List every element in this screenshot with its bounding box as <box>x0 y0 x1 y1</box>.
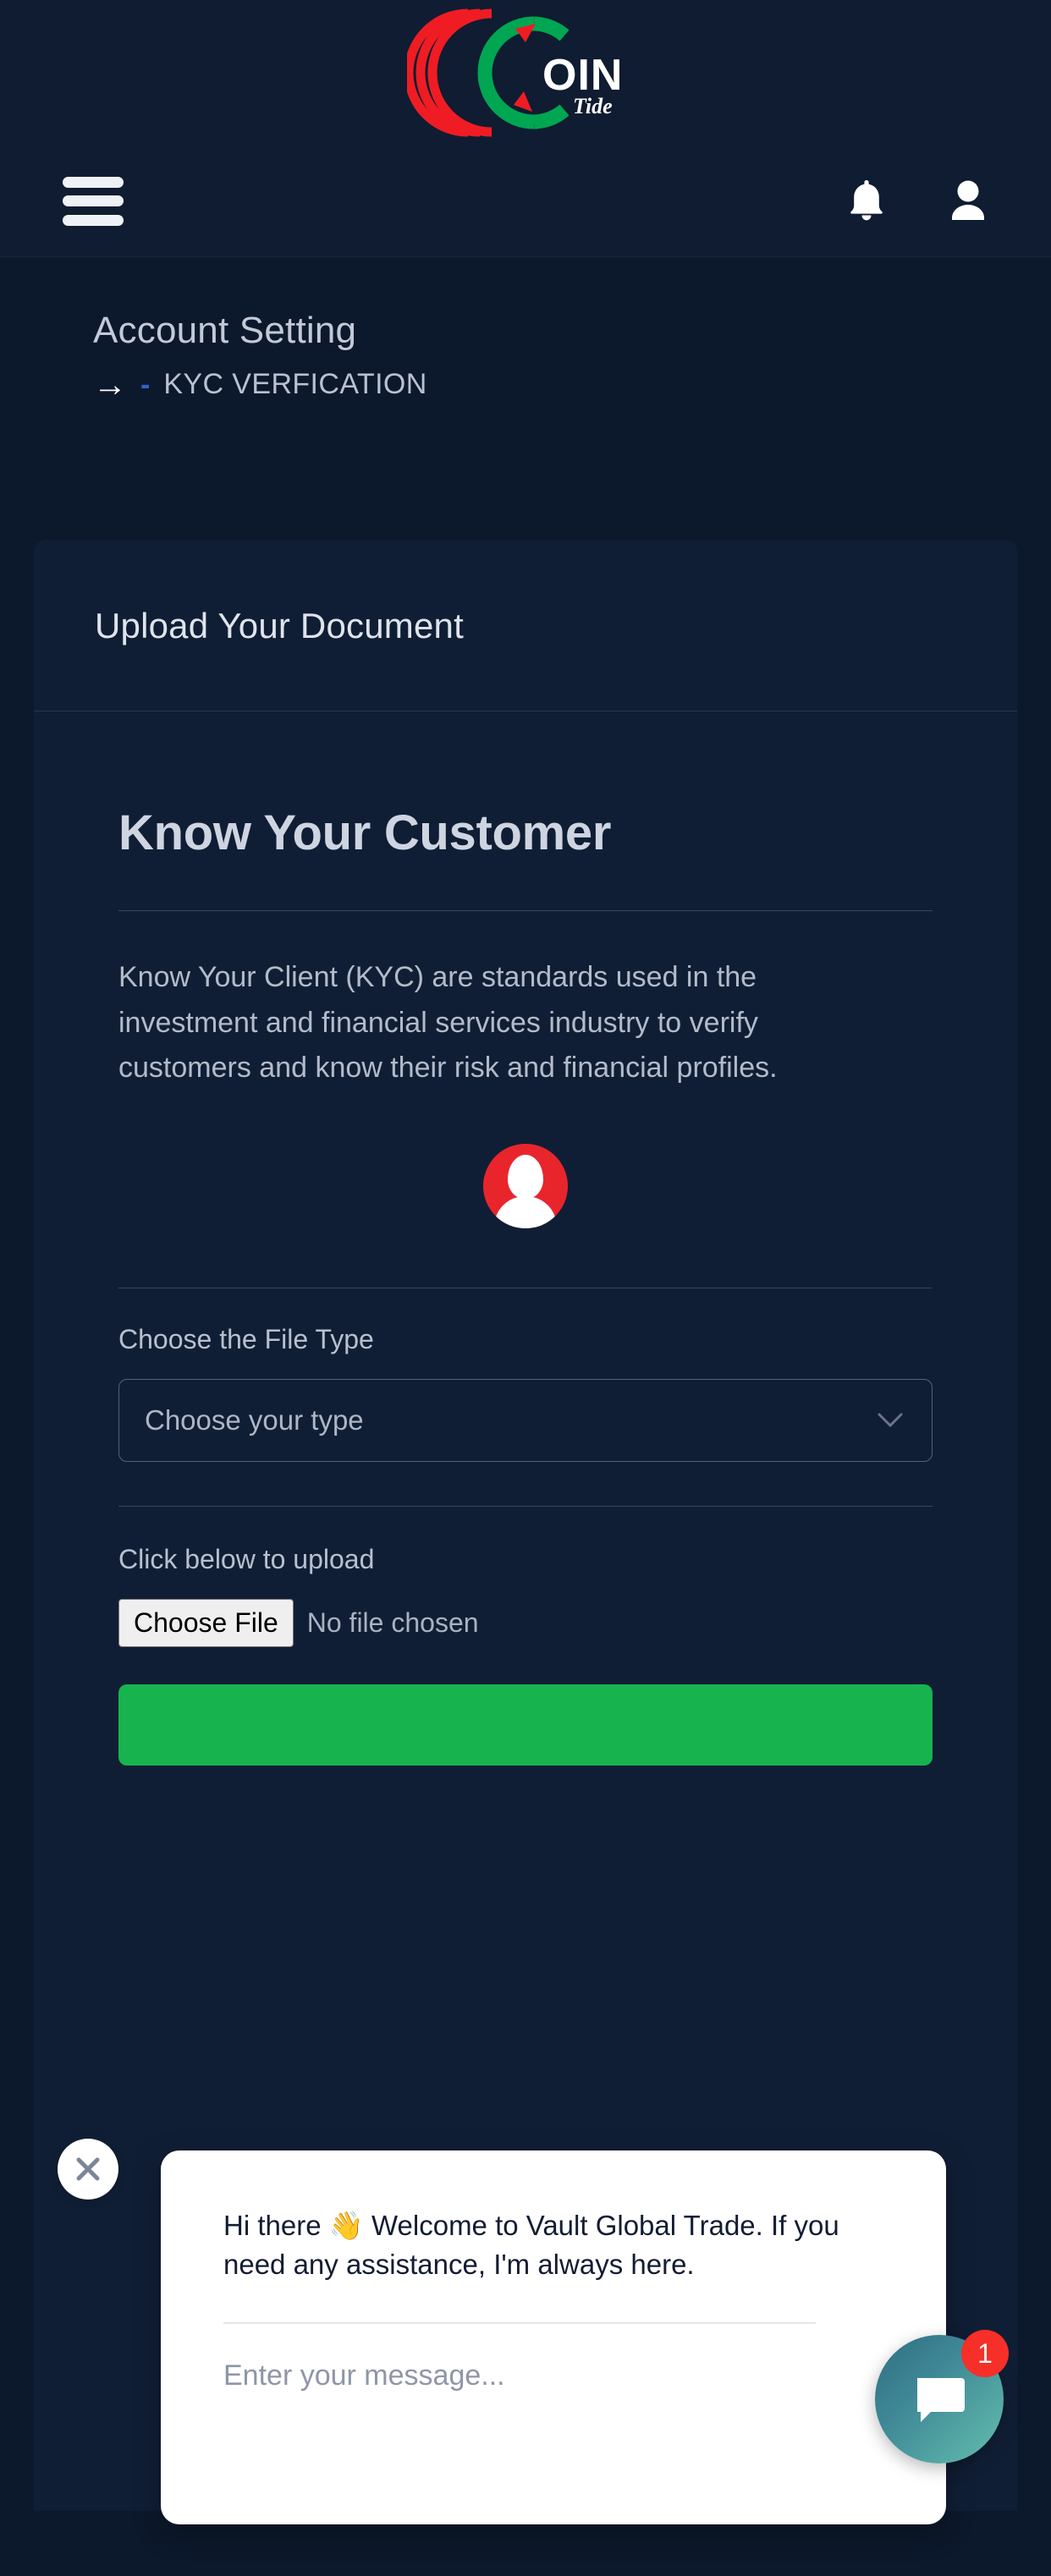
arrow-right-icon: → <box>93 365 127 404</box>
user-icon <box>952 180 984 220</box>
card-title: Upload Your Document <box>95 606 464 645</box>
hamburger-line <box>63 195 124 206</box>
top-navbar <box>0 146 1051 257</box>
page-title: Account Setting <box>93 310 357 351</box>
svg-text:Tide: Tide <box>573 94 613 118</box>
avatar-head <box>508 1155 543 1200</box>
breadcrumb-current: → - KYC VERFICATION <box>93 368 1051 402</box>
chat-launcher-button[interactable]: 1 <box>875 2330 1009 2463</box>
chat-bubble-icon <box>917 2378 965 2422</box>
breadcrumb: Account Setting → - KYC VERFICATION <box>0 257 1051 402</box>
file-type-select[interactable]: Choose your type <box>118 1379 933 1463</box>
avatar-body <box>494 1196 557 1229</box>
chevron-down-glyph <box>878 1413 903 1428</box>
close-icon <box>76 2157 100 2181</box>
notifications-button[interactable] <box>845 178 889 225</box>
chat-divider <box>223 2322 816 2325</box>
card-header: Upload Your Document <box>34 540 1017 711</box>
user-avatar-icon <box>483 1144 568 1229</box>
file-status-text: No file chosen <box>306 1607 479 1639</box>
card-body: Know Your Customer Know Your Client (KYC… <box>34 711 1017 1770</box>
file-type-label: Choose the File Type <box>118 1324 374 1355</box>
page-root: OIN Tide Account Setting → - KYC VERFICA… <box>0 0 1051 2576</box>
bell-icon <box>850 179 883 220</box>
file-type-selected-value: Choose your type <box>145 1404 364 1436</box>
logo-bar: OIN Tide <box>0 0 1051 146</box>
kyc-description: Know Your Client (KYC) are standards use… <box>118 961 778 1085</box>
navbar-actions <box>845 178 990 225</box>
chat-popup: Hi there 👋 Welcome to Vault Global Trade… <box>161 2150 946 2524</box>
upload-label: Click below to upload <box>118 1544 375 1575</box>
select-divider <box>118 1506 933 1508</box>
svg-text:OIN: OIN <box>542 51 623 100</box>
chat-unread-badge: 1 <box>961 2330 1009 2377</box>
hamburger-line <box>63 176 124 188</box>
profile-button[interactable] <box>946 178 990 225</box>
chat-message-input[interactable] <box>223 2359 816 2393</box>
hamburger-menu-icon[interactable] <box>63 176 124 226</box>
kyc-heading: Know Your Customer <box>118 805 612 860</box>
coin-tide-logo-icon: OIN Tide <box>407 8 623 137</box>
heading-divider <box>118 910 933 911</box>
submit-upload-button[interactable] <box>118 1684 933 1766</box>
chat-close-button[interactable] <box>58 2139 118 2200</box>
choose-file-button[interactable]: Choose File <box>118 1599 294 1648</box>
breadcrumb-separator: - <box>140 368 151 401</box>
chevron-down-icon <box>878 1409 903 1431</box>
chat-greeting-message: Hi there 👋 Welcome to Vault Global Trade… <box>223 2210 839 2280</box>
file-input-row[interactable]: Choose File No file chosen <box>118 1599 933 1648</box>
hamburger-line <box>63 214 124 226</box>
brand-logo[interactable]: OIN Tide <box>407 5 644 140</box>
breadcrumb-current-label: KYC VERFICATION <box>163 368 427 401</box>
avatar-row <box>118 1144 933 1229</box>
